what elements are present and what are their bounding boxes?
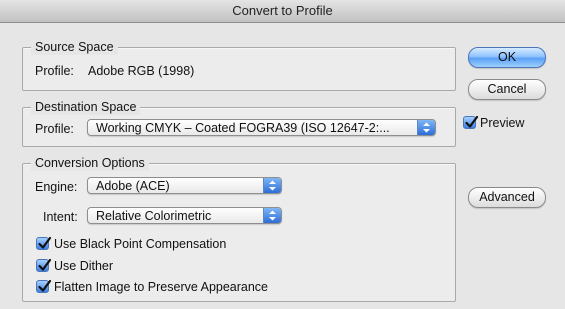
engine-label: Engine:: [35, 180, 78, 194]
intent-label: Intent:: [43, 210, 78, 224]
destination-profile-label: Profile:: [35, 122, 74, 136]
engine-popup[interactable]: Adobe (ACE): [87, 177, 282, 194]
black-point-compensation-checkbox[interactable]: [36, 236, 52, 250]
checkmark-icon: [465, 115, 479, 128]
engine-value: Adobe (ACE): [96, 179, 170, 193]
destination-space-group: Destination Space Profile: Working CMYK …: [22, 100, 456, 147]
popup-arrows-icon: [417, 120, 435, 135]
advanced-button[interactable]: Advanced: [468, 187, 546, 208]
dialog-title: Convert to Profile: [0, 0, 565, 23]
checkmark-icon: [38, 258, 52, 271]
black-point-compensation-label: Use Black Point Compensation: [54, 237, 227, 251]
checkmark-icon: [38, 279, 52, 292]
use-dither-checkbox[interactable]: [36, 258, 52, 272]
popup-arrows-icon: [263, 178, 281, 193]
destination-profile-popup[interactable]: Working CMYK – Coated FOGRA39 (ISO 12647…: [87, 119, 436, 136]
destination-space-legend: Destination Space: [31, 100, 141, 115]
cancel-button[interactable]: Cancel: [468, 79, 546, 100]
preview-checkbox[interactable]: [463, 115, 479, 129]
flatten-image-label: Flatten Image to Preserve Appearance: [54, 280, 269, 294]
popup-arrows-icon: [263, 208, 281, 223]
preview-label: Preview: [480, 116, 525, 130]
source-profile-value: Adobe RGB (1998): [88, 64, 195, 78]
ok-button[interactable]: OK: [468, 47, 546, 68]
source-space-group: Source Space Profile: Adobe RGB (1998): [22, 40, 456, 91]
source-profile-label: Profile:: [35, 64, 74, 78]
intent-popup[interactable]: Relative Colorimetric: [87, 207, 282, 224]
conversion-options-legend: Conversion Options: [31, 156, 149, 171]
flatten-image-checkbox[interactable]: [36, 279, 52, 293]
source-space-legend: Source Space: [31, 40, 118, 55]
convert-to-profile-dialog: Convert to Profile Source Space Profile:…: [0, 0, 565, 309]
use-dither-label: Use Dither: [54, 259, 114, 273]
checkmark-icon: [38, 236, 52, 249]
intent-value: Relative Colorimetric: [96, 209, 212, 223]
destination-profile-value: Working CMYK – Coated FOGRA39 (ISO 12647…: [96, 121, 390, 135]
conversion-options-group: Conversion Options Engine: Adobe (ACE) I…: [22, 156, 456, 302]
